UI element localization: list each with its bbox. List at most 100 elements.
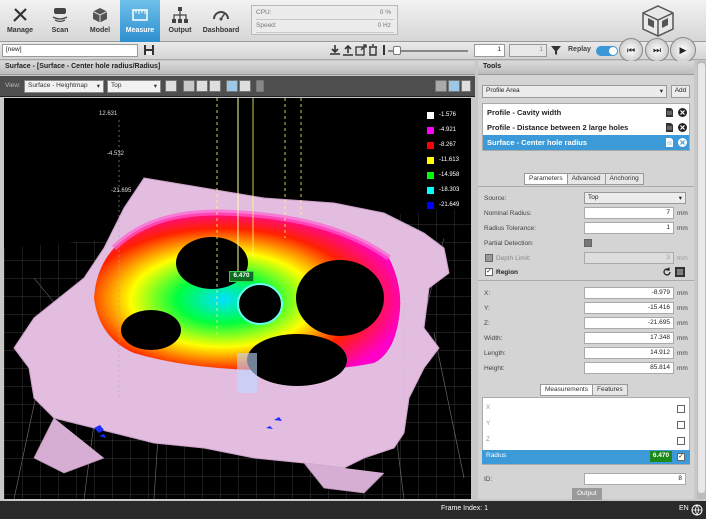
region-field-input[interactable]: 17.348 bbox=[584, 332, 674, 344]
measurement-row[interactable]: Radius 6.470 ✓ bbox=[482, 450, 690, 464]
region-field-input[interactable]: 14.912 bbox=[584, 347, 674, 359]
surface-shade-icon[interactable] bbox=[226, 80, 238, 92]
job-select[interactable]: [new] bbox=[2, 44, 138, 57]
download-icon[interactable] bbox=[329, 44, 341, 56]
step-forward-button[interactable]: ⏭ bbox=[645, 38, 669, 62]
output-button[interactable]: Output bbox=[160, 0, 200, 42]
tool-item-cavity-width[interactable]: Profile - Cavity width bbox=[483, 105, 689, 120]
language-label[interactable]: EN bbox=[679, 505, 689, 512]
legend-swatch bbox=[427, 142, 434, 149]
cube-icon bbox=[92, 8, 108, 23]
depth-limit-checkbox[interactable] bbox=[485, 254, 493, 262]
close-icon[interactable] bbox=[678, 108, 687, 117]
scan-button[interactable]: Scan bbox=[40, 0, 80, 42]
tool-item-label: Profile - Cavity width bbox=[487, 108, 562, 117]
tab-features[interactable]: Features bbox=[592, 384, 628, 396]
close-icon[interactable] bbox=[678, 123, 687, 132]
step-forward-icon: ⏭ bbox=[652, 45, 662, 55]
legend-value: -4.921 bbox=[439, 127, 457, 133]
model-button[interactable]: Model bbox=[80, 0, 120, 42]
tools-scrollbar[interactable] bbox=[697, 61, 706, 499]
region-field-label: Z: bbox=[484, 320, 490, 327]
measurement-row[interactable]: Z bbox=[482, 434, 690, 448]
axis-label-top: 12.631 bbox=[99, 111, 118, 117]
radius-tolerance-input[interactable]: 1 bbox=[584, 222, 674, 234]
id-input[interactable]: 8 bbox=[584, 473, 686, 485]
filter-icon[interactable] bbox=[550, 44, 562, 56]
pan-hand-icon[interactable] bbox=[183, 80, 195, 92]
measurement-output-checkbox[interactable] bbox=[677, 437, 685, 445]
partial-detection-checkbox[interactable] bbox=[584, 239, 592, 247]
region-field-label: Width: bbox=[484, 335, 503, 342]
save-icon[interactable] bbox=[143, 44, 155, 56]
zoom-icon[interactable] bbox=[209, 80, 221, 92]
legend-swatch bbox=[427, 172, 434, 179]
tab-anchoring[interactable]: Anchoring bbox=[604, 173, 644, 185]
close-icon[interactable] bbox=[678, 138, 687, 147]
nominal-radius-input[interactable]: 7 bbox=[584, 207, 674, 219]
region-field-input[interactable]: 85.814 bbox=[584, 362, 674, 374]
3d-viewport[interactable]: 12.631 -4.532 -21.695 6.470 -1.576 -4.921… bbox=[4, 98, 471, 499]
manage-button[interactable]: Manage bbox=[0, 0, 40, 42]
tab-parameters[interactable]: Parameters bbox=[524, 173, 568, 185]
add-tool-button[interactable]: Add bbox=[671, 85, 690, 98]
step-back-icon: ⏮ bbox=[626, 45, 636, 55]
rotate-icon[interactable] bbox=[196, 80, 208, 92]
tool-item-distance-holes[interactable]: Profile - Distance between 2 large holes bbox=[483, 120, 689, 135]
region-field-input[interactable]: -15.416 bbox=[584, 302, 674, 314]
grid-view-icon[interactable] bbox=[165, 80, 177, 92]
reset-icon[interactable] bbox=[662, 267, 672, 277]
cpu-label: CPU: bbox=[256, 9, 272, 16]
region-checkbox[interactable]: ✓ bbox=[485, 268, 493, 276]
play-button[interactable]: ▶ bbox=[670, 37, 696, 63]
legend-entry: -14.958 bbox=[427, 171, 471, 181]
measurement-row[interactable]: Y bbox=[482, 418, 690, 432]
measurement-label: Radius bbox=[486, 452, 507, 459]
3d-view-icon[interactable] bbox=[448, 80, 460, 92]
edit-doc-icon[interactable] bbox=[665, 123, 674, 132]
measurement-output-checkbox[interactable] bbox=[677, 405, 685, 413]
replay-slider-handle[interactable] bbox=[393, 46, 401, 55]
dashboard-label: Dashboard bbox=[202, 27, 240, 34]
tab-output[interactable]: Output bbox=[572, 488, 602, 500]
legend-value: -18.303 bbox=[439, 187, 460, 193]
region-menu-icon[interactable] bbox=[675, 267, 685, 277]
network-icon bbox=[172, 7, 188, 23]
legend-swatch bbox=[427, 127, 434, 134]
upload-icon[interactable] bbox=[342, 44, 354, 56]
measure-button[interactable]: Measure bbox=[120, 0, 160, 42]
source-select[interactable]: Top ▾ bbox=[584, 192, 686, 204]
measurement-row[interactable]: X bbox=[482, 402, 690, 416]
scrollbar-thumb[interactable] bbox=[698, 63, 705, 493]
region-field-input[interactable]: -8.979 bbox=[584, 287, 674, 299]
depth-limit-input[interactable]: 3 bbox=[584, 252, 674, 264]
frame-input[interactable]: 1 bbox=[474, 44, 505, 57]
tab-measurements[interactable]: Measurements bbox=[540, 384, 593, 396]
step-back-button[interactable]: ⏮ bbox=[619, 38, 643, 62]
region-field-label: Length: bbox=[484, 350, 506, 357]
edit-doc-icon[interactable] bbox=[665, 138, 674, 147]
target-icon[interactable] bbox=[239, 80, 251, 92]
chevron-down-icon: ▾ bbox=[153, 83, 157, 90]
view-direction-select[interactable]: Top ▾ bbox=[107, 80, 161, 93]
tab-advanced[interactable]: Advanced bbox=[566, 173, 606, 185]
camera-icon[interactable] bbox=[435, 80, 447, 92]
speed-meter: Speed: 0 Hz bbox=[256, 22, 394, 33]
dashboard-button[interactable]: Dashboard bbox=[200, 0, 242, 42]
globe-icon[interactable] bbox=[691, 504, 703, 516]
replay-toggle[interactable] bbox=[596, 46, 618, 56]
legend-value: -8.267 bbox=[439, 142, 457, 148]
settings-icon[interactable] bbox=[461, 80, 471, 92]
tool-type-select[interactable]: Profile Area ▾ bbox=[482, 85, 667, 98]
unit-label: mm bbox=[677, 210, 688, 217]
chevron-down-icon: ▾ bbox=[96, 83, 100, 90]
export-icon[interactable] bbox=[355, 44, 367, 56]
view-mode-select[interactable]: Surface - Heightmap ▾ bbox=[24, 80, 104, 93]
edit-doc-icon[interactable] bbox=[665, 108, 674, 117]
measurement-output-checkbox[interactable] bbox=[677, 421, 685, 429]
measurement-output-checkbox[interactable]: ✓ bbox=[677, 453, 685, 461]
tool-item-center-hole-radius[interactable]: Surface - Center hole radius bbox=[483, 135, 689, 150]
view-bar: View: Surface - Heightmap ▾ Top ▾ bbox=[0, 76, 475, 97]
divider-icon bbox=[256, 80, 264, 92]
region-field-input[interactable]: -21.695 bbox=[584, 317, 674, 329]
